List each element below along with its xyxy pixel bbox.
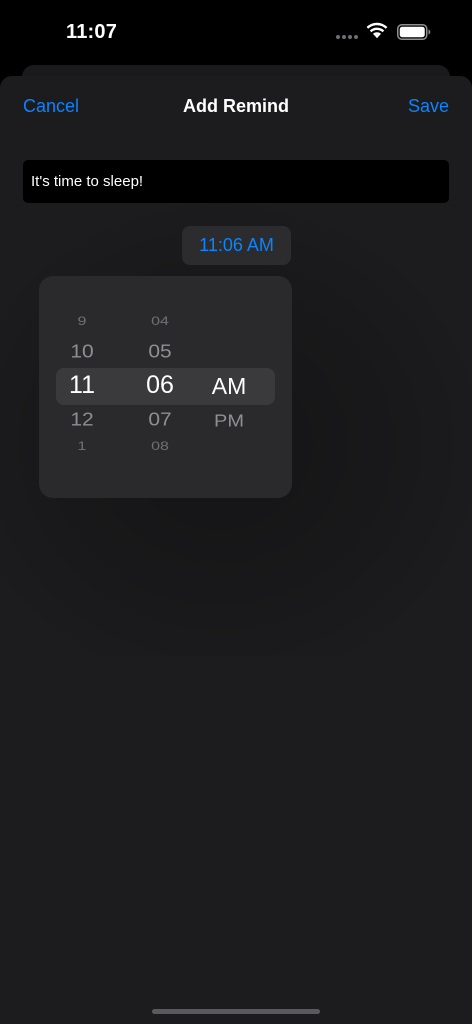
cellular-signal-icon <box>336 35 358 39</box>
navigation-bar: Cancel Add Remind Save <box>0 76 472 138</box>
minute-option[interactable]: 05 <box>130 341 190 363</box>
hour-option[interactable]: 12 <box>52 409 112 431</box>
save-button[interactable]: Save <box>408 96 449 117</box>
minute-option-selected[interactable]: 06 <box>130 371 190 400</box>
hour-option-selected[interactable]: 11 <box>52 371 112 400</box>
hour-option[interactable]: 10 <box>52 341 112 363</box>
add-remind-sheet: Cancel Add Remind Save 11:06 AM 9 10 11 … <box>0 76 472 1024</box>
minute-option[interactable]: 04 <box>130 316 190 329</box>
minute-option[interactable]: 08 <box>130 441 190 454</box>
screen: 11:07 Cancel Add Remind Save 1 <box>0 0 472 1024</box>
battery-icon <box>397 24 431 40</box>
hour-column[interactable]: 9 10 11 12 1 <box>52 276 112 498</box>
period-column[interactable]: AM PM <box>199 276 259 498</box>
period-option[interactable]: PM <box>199 411 259 432</box>
time-display-button[interactable]: 11:06 AM <box>182 226 291 265</box>
time-picker-wheel[interactable]: 9 10 11 12 1 04 05 06 07 08 AM PM <box>39 276 292 498</box>
status-time: 11:07 <box>66 21 118 43</box>
status-bar: 11:07 <box>0 0 472 64</box>
minute-option[interactable]: 07 <box>130 409 190 431</box>
period-option-selected[interactable]: AM <box>199 373 259 400</box>
minute-column[interactable]: 04 05 06 07 08 <box>130 276 190 498</box>
wifi-icon <box>366 22 388 39</box>
hour-option[interactable]: 9 <box>52 316 112 329</box>
hour-option[interactable]: 1 <box>52 441 112 454</box>
reminder-text-input[interactable] <box>23 160 449 203</box>
sheet-title: Add Remind <box>183 96 289 116</box>
home-indicator[interactable] <box>152 1009 320 1014</box>
